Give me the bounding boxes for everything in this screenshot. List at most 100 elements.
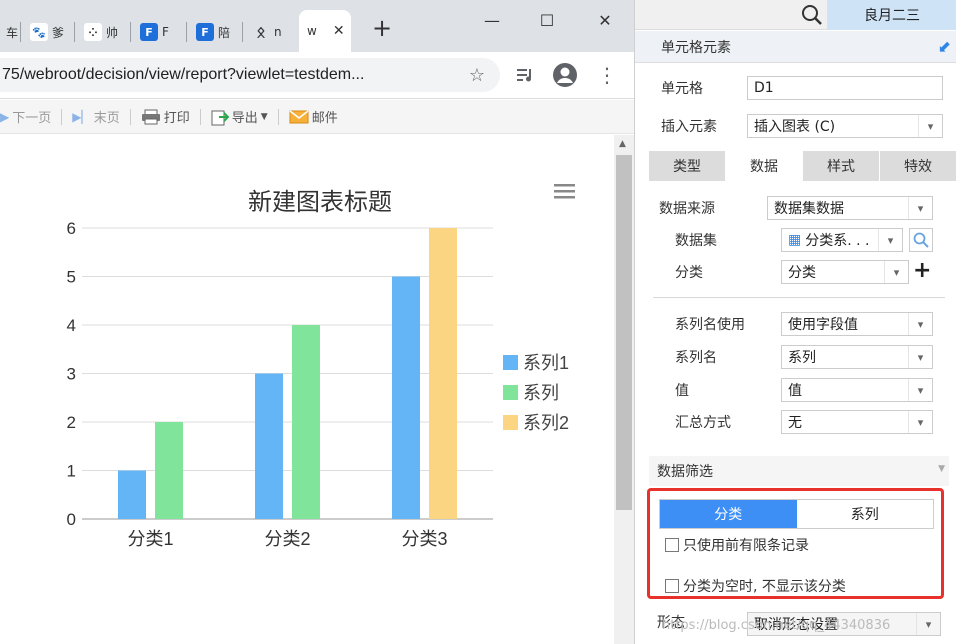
browser-tab-2[interactable]: 🐾 爹 — [24, 12, 64, 52]
tab-3-label: 帅 — [106, 25, 119, 40]
value-row: 值 — [675, 380, 689, 400]
reading-list-icon[interactable] — [512, 62, 538, 88]
y-tick-label: 4 — [67, 316, 76, 335]
chevron-down-icon: ▾ — [908, 197, 932, 219]
export-label: 导出 — [231, 111, 258, 126]
caret-down-icon: ▼ — [938, 464, 945, 474]
vertical-scrollbar[interactable]: ▲ — [614, 135, 634, 644]
cell-input[interactable]: D1 — [747, 76, 943, 100]
hamburger-icon-bar — [554, 196, 575, 199]
tab-effect[interactable]: 特效 — [880, 151, 956, 181]
dataset-label: 数据集 — [675, 233, 717, 249]
browser-tab-6[interactable]: ᛟ n — [246, 12, 282, 52]
insert-row: 插入元素 — [661, 116, 717, 136]
y-tick-label: 5 — [67, 268, 76, 287]
top-records-option[interactable]: 只使用前有限条记录 — [665, 535, 809, 555]
play-icon: ▶ — [0, 109, 10, 124]
add-icon[interactable]: + — [913, 258, 931, 283]
chevron-down-icon: ▾ — [908, 313, 932, 335]
browser-tab-active[interactable]: w ✕ — [299, 10, 351, 52]
tab-6-label: n — [274, 25, 282, 39]
y-tick-label: 6 — [67, 219, 76, 238]
user-name[interactable]: 良月二三 — [827, 0, 956, 30]
next-page-button[interactable]: ▶ 下一页 — [0, 107, 52, 127]
filter-tab-category[interactable]: 分类 — [660, 500, 797, 528]
dataset-row: 数据集 — [675, 230, 717, 250]
value-select[interactable]: 值 ▾ — [781, 378, 933, 402]
bar-chart: 新建图表标题 0 1 2 3 4 5 6 分类1 分类2 分类3 系列1 系列系列2 — [67, 184, 575, 549]
hide-empty-option[interactable]: 分类为空时, 不显示该分类 — [665, 576, 846, 596]
mail-icon — [289, 109, 309, 123]
tab-separator — [130, 22, 131, 42]
dataset-select[interactable]: ▦ 分类系. . . ▾ — [781, 228, 903, 252]
hide-empty-label: 分类为空时, 不显示该分类 — [683, 579, 846, 595]
tab-separator — [20, 22, 21, 42]
browser-tab-5[interactable]: F 陪 — [190, 12, 230, 52]
tab-data[interactable]: 数据 — [726, 151, 803, 181]
export-icon — [211, 110, 229, 125]
legend-swatch — [503, 415, 518, 430]
legend-label: 系列2 — [523, 413, 569, 433]
series-name-select[interactable]: 系列 ▾ — [781, 345, 933, 369]
finereport-icon: F — [140, 23, 158, 41]
print-button[interactable]: 打印 — [141, 107, 190, 126]
checkbox[interactable] — [665, 538, 679, 552]
star-icon[interactable]: ☆ — [464, 62, 490, 88]
x-tick-label: 分类2 — [264, 529, 310, 549]
tab-type[interactable]: 类型 — [649, 151, 726, 181]
search-icon[interactable] — [801, 4, 823, 30]
email-button[interactable]: 邮件 — [289, 107, 338, 126]
browser-menu-icon[interactable]: ⋮ — [594, 62, 620, 88]
bar — [118, 470, 146, 519]
url-input[interactable]: 75/webroot/decision/view/report?viewlet=… — [0, 58, 500, 92]
scroll-thumb[interactable] — [616, 155, 632, 510]
aggregation-select[interactable]: 无 ▾ — [781, 410, 933, 434]
last-page-icon: ▶▏ — [72, 109, 91, 124]
report-toolbar: ▶ 下一页 ▶▏ 末页 打印 导出 ▼ 邮件 — [0, 100, 634, 134]
chevron-down-icon: ▾ — [916, 613, 940, 635]
chevron-down-icon: ▾ — [884, 261, 908, 283]
data-filter-header[interactable]: 数据筛选 ▼ — [649, 456, 949, 486]
chevron-down-icon: ▾ — [908, 346, 932, 368]
bar — [155, 422, 183, 519]
close-icon[interactable]: ✕ — [333, 23, 345, 39]
browser-tab-3[interactable]: ⁘ 帅 — [78, 12, 118, 52]
caret-down-icon: ▼ — [260, 111, 268, 122]
last-page-button[interactable]: ▶▏ 末页 — [72, 107, 119, 127]
category-select[interactable]: 分类 ▾ — [781, 260, 909, 284]
legend-label: 系列 — [523, 383, 559, 403]
dots-icon: ⁘ — [84, 23, 102, 41]
collapse-arrow-icon[interactable]: ⬋ — [938, 37, 951, 56]
export-button[interactable]: 导出 ▼ — [211, 107, 268, 126]
app-root: 车 🐾 爹 ⁘ 帅 F F F 陪 ᛟ n w ✕ + — ☐ ✕ 75/web… — [0, 0, 956, 644]
insert-value: 插入图表 (C) — [754, 119, 836, 135]
window-close-button[interactable]: ✕ — [585, 6, 625, 34]
checkbox[interactable] — [665, 579, 679, 593]
maximize-button[interactable]: ☐ — [527, 6, 567, 34]
scroll-up-arrow[interactable]: ▲ — [619, 139, 626, 149]
baidu-icon: 🐾 — [30, 23, 48, 41]
series-use-select[interactable]: 使用字段值 ▾ — [781, 312, 933, 336]
finereport-icon: F — [196, 23, 214, 41]
chevron-down-icon: ▾ — [918, 115, 942, 137]
browser-tab-4[interactable]: F F — [134, 12, 169, 52]
panel-header: 单元格元素 ⬋ — [635, 31, 956, 63]
data-source-select[interactable]: 数据集数据 ▾ — [767, 196, 933, 220]
y-tick-label: 3 — [67, 365, 76, 384]
new-tab-button[interactable]: + — [362, 14, 402, 42]
tab-style[interactable]: 样式 — [803, 151, 880, 181]
bar — [429, 228, 457, 519]
agg-value: 无 — [788, 415, 802, 431]
bar — [292, 325, 320, 519]
minimize-button[interactable]: — — [472, 6, 512, 34]
tab-1-label: 车 — [6, 25, 19, 40]
legend-swatch — [503, 355, 518, 370]
dataset-search-button[interactable] — [909, 228, 933, 252]
browser-tab-1[interactable]: 车 — [0, 12, 18, 52]
panel-title: 单元格元素 — [661, 39, 731, 56]
top-records-label: 只使用前有限条记录 — [683, 538, 809, 554]
filter-tab-series[interactable]: 系列 — [796, 500, 933, 528]
insert-element-select[interactable]: 插入图表 (C) ▾ — [747, 114, 943, 138]
profile-avatar-icon[interactable] — [552, 62, 578, 88]
next-page-label: 下一页 — [12, 111, 52, 126]
